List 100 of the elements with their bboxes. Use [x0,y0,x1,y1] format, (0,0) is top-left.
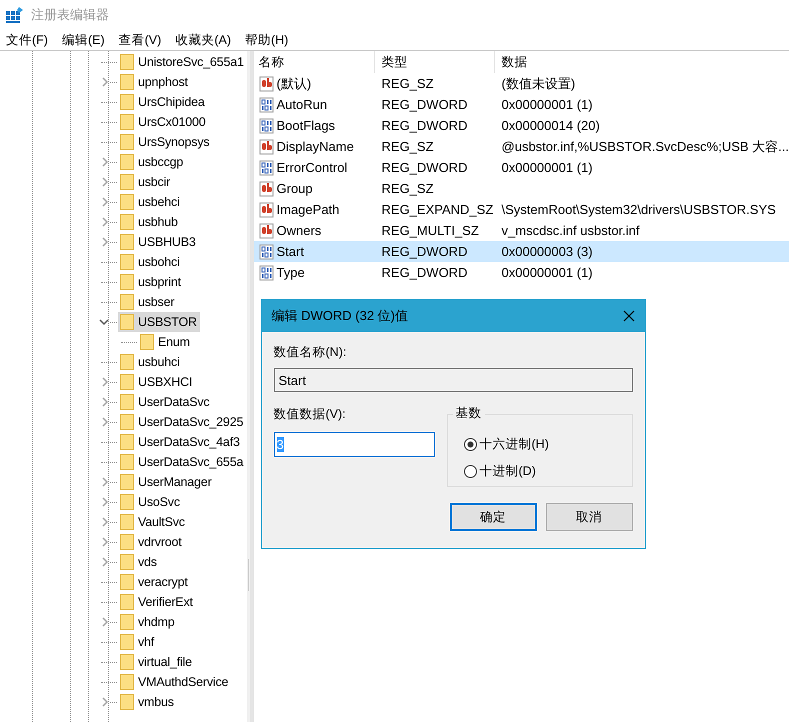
folder-icon [120,114,134,130]
tree-item[interactable]: usbccgp [118,152,186,172]
folder-icon [120,254,134,270]
column-header[interactable]: 名称 [258,54,285,70]
tree-item[interactable]: veracrypt [118,572,191,592]
menu-item[interactable]: 帮助(H) [244,32,288,48]
tree-item[interactable]: UsoSvc [118,492,183,512]
radio-button[interactable] [464,465,477,478]
list-row[interactable]: DisplayName REG_SZ @usbstor.inf,%USBSTOR.SvcDesc%;USB 大容... [254,136,789,157]
value-name: Group [276,181,313,196]
folder-icon [120,374,134,390]
value-type: REG_DWORD [382,160,468,175]
value-name: Start [276,244,304,259]
chevron-down-icon[interactable] [99,318,109,326]
value-name: ErrorControl [276,160,348,175]
value-type: REG_EXPAND_SZ [382,202,494,217]
value-data: 0x00000001 (1) [502,160,593,175]
chevron-right-icon[interactable] [102,617,109,627]
list-row[interactable]: AutoRun REG_DWORD 0x00000001 (1) [254,94,789,115]
tree-item[interactable]: VMAuthdService [118,672,232,692]
folder-icon [120,174,134,190]
folder-icon [120,314,134,330]
folder-icon [120,234,134,250]
column-header[interactable]: 类型 [382,54,408,70]
folder-icon [120,514,134,530]
chevron-right-icon[interactable] [102,697,109,707]
tree-item[interactable]: virtual_file [118,652,195,672]
folder-icon [120,354,134,370]
tree-item[interactable]: UserDataSvc_655a [118,452,246,472]
string-value-icon [258,202,275,218]
radio-label[interactable]: 十六进制(H) [480,436,549,453]
menu-item[interactable]: 编辑(E) [62,32,105,48]
dialog-button[interactable]: 取消 [546,503,633,531]
folder-icon [120,194,134,210]
list-row[interactable]: ErrorControl REG_DWORD 0x00000001 (1) [254,157,789,178]
folder-icon [120,694,134,710]
tree-item[interactable]: USBXHCI [118,372,196,392]
tree-item[interactable]: vmbus [118,692,177,712]
tree-item[interactable]: USBSTOR [118,312,200,332]
tree-item[interactable]: upnphost [118,72,191,92]
tree-item[interactable]: VerifierExt [118,592,196,612]
folder-icon [120,214,134,230]
menu-item[interactable]: 查看(V) [118,32,162,48]
folder-icon [120,494,134,510]
tree-item[interactable]: UserDataSvc_2925 [118,412,246,432]
tree-item[interactable]: UserDataSvc_4af3 [118,432,243,452]
folder-icon [140,334,154,350]
value-data: 0x00000003 (3) [502,244,593,259]
string-value-icon [258,76,275,92]
value-type: REG_DWORD [382,244,468,259]
folder-icon [120,294,134,310]
tree-item[interactable]: usbehci [118,192,183,212]
tree-item[interactable]: usbcir [118,172,174,192]
value-type: REG_DWORD [382,265,468,280]
list-row[interactable]: ImagePath REG_EXPAND_SZ \SystemRoot\System32\drivers\USBSTOR.SYS [254,199,789,220]
value-name: (默认) [276,74,312,92]
binary-value-icon [258,264,275,280]
folder-icon [120,94,134,110]
dialog-button[interactable]: 确定 [450,503,537,531]
folder-icon [120,574,134,590]
tree-item[interactable]: vhdmp [118,612,178,632]
tree-item[interactable]: UserDataSvc [118,392,212,412]
radio-label[interactable]: 十进制(D) [480,463,536,480]
menu-item[interactable]: 收藏夹(A) [175,32,231,48]
folder-icon [120,614,134,630]
folder-icon [120,454,134,470]
folder-icon [120,534,134,550]
tree-item[interactable]: USBHUB3 [118,232,199,252]
tree-item[interactable]: UrsCx01000 [118,112,208,132]
value-name: BootFlags [276,118,336,133]
value-name-field[interactable]: Start [274,368,633,392]
tree-item[interactable]: vhf [118,632,158,652]
list-row[interactable]: (默认) REG_SZ (数值未设置) [254,73,789,94]
tree-item[interactable]: vds [118,552,160,572]
list-row[interactable]: Type REG_DWORD 0x00000001 (1) [254,262,789,283]
tree-item[interactable]: usbhub [118,212,181,232]
field-label: 数值名称(N): [274,344,348,361]
tree-item[interactable]: usbser [118,292,178,312]
list-row[interactable]: Group REG_SZ [254,178,789,199]
field-label: 数值数据(V): [274,406,347,423]
tree-item[interactable]: UnistoreSvc_655a1 [118,52,247,72]
tree-item[interactable]: UserManager [118,472,215,492]
radio-button[interactable] [464,438,477,451]
tree-item[interactable]: UrsChipidea [118,92,208,112]
menu-item[interactable]: 文件(F) [6,32,48,48]
chevron-right-icon[interactable] [102,77,109,87]
list-row[interactable]: BootFlags REG_DWORD 0x00000014 (20) [254,115,789,136]
list-row[interactable]: Start REG_DWORD 0x00000003 (3) [254,241,789,262]
tree-item[interactable]: usbprint [118,272,184,292]
list-row[interactable]: Owners REG_MULTI_SZ v_mscdsc.inf usbstor.inf [254,220,789,241]
string-value-icon [258,222,275,238]
close-icon[interactable] [622,310,635,322]
tree-item[interactable]: Enum [138,332,193,352]
tree-item[interactable]: vdrvroot [118,532,185,552]
tree-item[interactable]: usbuhci [118,352,183,372]
tree-item[interactable]: VaultSvc [118,512,188,532]
tree-item[interactable]: UrsSynopsys [118,132,212,152]
tree-item[interactable]: usbohci [118,252,183,272]
column-header[interactable]: 数据 [502,54,528,70]
folder-icon [120,274,134,290]
